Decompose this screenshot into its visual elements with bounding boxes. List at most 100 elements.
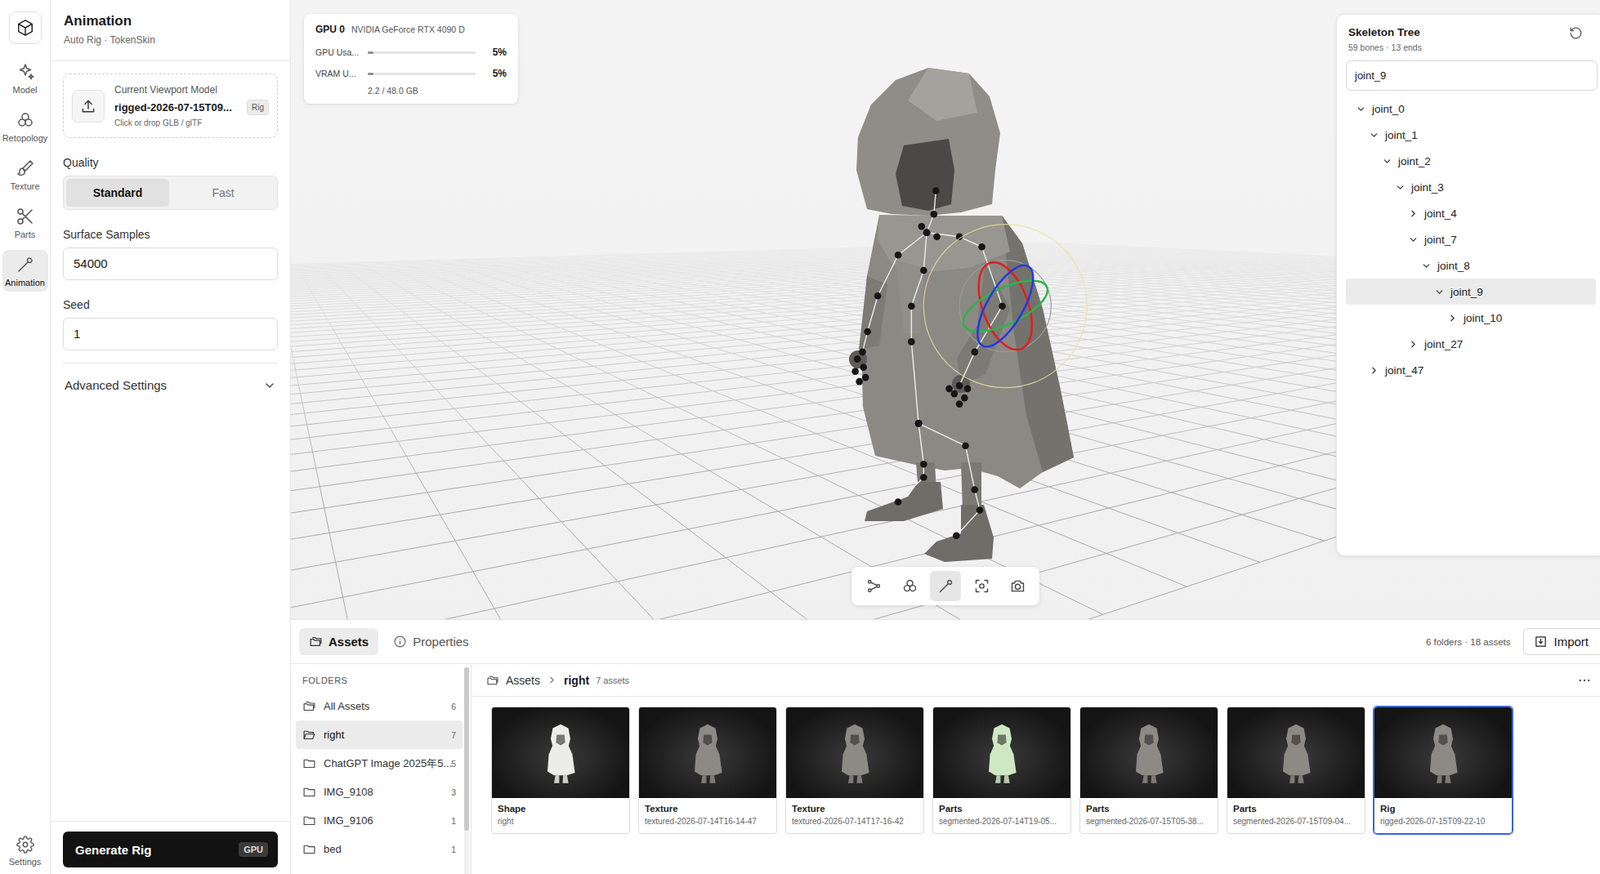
gpu-badge: GPU: [238, 842, 269, 858]
chevron-icon[interactable]: [1368, 129, 1380, 141]
asset-card[interactable]: Rig rigged-2026-07-15T09-22-10: [1373, 706, 1513, 835]
folder-item[interactable]: IMG_9106 1: [295, 806, 463, 836]
panel-header: Animation Auto Rig · TokenSkin: [50, 0, 291, 62]
chevron-icon[interactable]: [1447, 312, 1458, 324]
joint-row[interactable]: joint_7: [1345, 226, 1596, 253]
panel-tab[interactable]: Properties: [383, 628, 479, 656]
chevron-icon[interactable]: [1355, 103, 1367, 115]
folder-item[interactable]: All Assets 6: [295, 692, 463, 721]
joint-row[interactable]: joint_8: [1345, 252, 1596, 279]
character-model[interactable]: [846, 63, 1109, 571]
viewport-tool-button[interactable]: [893, 571, 926, 602]
folder-item[interactable]: ChatGPT Image 2025年5... 5: [295, 749, 463, 778]
refresh-icon[interactable]: [1568, 26, 1583, 41]
asset-card[interactable]: Texture textured-2026-07-14T17-16-42: [785, 706, 925, 835]
breadcrumb-root[interactable]: Assets: [505, 674, 541, 688]
panel-tab[interactable]: Assets: [299, 628, 379, 656]
joint-search-input[interactable]: joint_9: [1345, 60, 1598, 91]
asset-thumbnail: [491, 707, 630, 799]
chevron-icon: [263, 379, 277, 393]
chevron-icon[interactable]: [1407, 208, 1419, 219]
asset-card[interactable]: Shape right: [491, 706, 631, 835]
figure-thumbnail: [540, 720, 581, 787]
tool-icon: [1009, 577, 1027, 595]
quality-label: Quality: [62, 156, 278, 170]
asset-count: 7 assets: [595, 675, 630, 686]
chevron-icon[interactable]: [1434, 286, 1445, 298]
model-badge: Rig: [246, 99, 269, 116]
asset-card[interactable]: Parts segmented-2026-07-15T05-38...: [1079, 706, 1219, 835]
generate-rig-button[interactable]: Generate Rig GPU: [62, 831, 278, 868]
quality-toggle: StandardFast: [62, 175, 278, 211]
quality-option[interactable]: Standard: [66, 178, 170, 207]
assets-icon: [486, 674, 500, 688]
rail-item[interactable]: Texture: [2, 153, 49, 196]
asset-thumbnail: [1227, 707, 1365, 799]
folder-item[interactable]: bed 1: [295, 835, 463, 864]
gear-icon: [16, 835, 35, 854]
gpu-meter: VRAM U... 5%: [315, 62, 507, 85]
joint-row[interactable]: joint_27: [1345, 330, 1596, 358]
folders-icon: [302, 699, 317, 714]
chevron-icon[interactable]: [1368, 365, 1380, 376]
advanced-settings-toggle[interactable]: Advanced Settings: [62, 362, 278, 407]
gpu-monitor: GPU 0 NVIDIA GeForce RTX 4090 D GPU Usa.…: [303, 13, 519, 104]
cube-icon: [16, 18, 35, 37]
joint-row[interactable]: joint_47: [1345, 357, 1596, 384]
joint-row[interactable]: joint_9: [1345, 278, 1596, 305]
joint-row[interactable]: joint_10: [1345, 304, 1596, 331]
joint-row[interactable]: joint_1: [1345, 121, 1596, 148]
folder-list: FOLDERS All Assets 6 right 7 ChatGPT Ima…: [290, 664, 472, 874]
asset-card[interactable]: Texture textured-2026-07-14T16-14-47: [638, 706, 778, 835]
viewport-tool-button[interactable]: [1001, 571, 1033, 602]
settings-button[interactable]: Settings: [2, 831, 49, 872]
tool-icon: [973, 577, 991, 595]
viewport[interactable]: GPU 0 NVIDIA GeForce RTX 4090 D GPU Usa.…: [290, 0, 1600, 620]
rail-item[interactable]: Retopology: [2, 105, 49, 148]
skeleton-overlay: [851, 187, 1006, 540]
rotate-gizmo[interactable]: [923, 224, 1087, 389]
chevron-icon[interactable]: [1407, 339, 1419, 350]
app-logo[interactable]: [8, 11, 42, 45]
info-icon: [393, 634, 407, 649]
quality-option[interactable]: Fast: [171, 178, 275, 207]
viewport-tool-button[interactable]: [858, 571, 890, 602]
viewport-tool-button[interactable]: [929, 571, 961, 602]
folder-item[interactable]: IMG_9108 3: [295, 777, 463, 807]
joint-row[interactable]: joint_0: [1345, 95, 1596, 122]
asset-card[interactable]: Parts segmented-2026-07-15T09-04...: [1226, 706, 1366, 835]
scrollbar[interactable]: [464, 667, 470, 874]
asset-card[interactable]: Parts segmented-2026-07-14T19-05...: [932, 706, 1072, 835]
upload-button[interactable]: [71, 89, 105, 123]
app-window: Model Retopology Texture Parts Animation…: [0, 0, 1600, 874]
folder-icon: [302, 842, 317, 857]
number-input[interactable]: 54000: [62, 247, 278, 281]
upload-hint: Click or drop GLB / glTF: [114, 118, 269, 128]
import-button[interactable]: Import: [1523, 628, 1600, 656]
joint-row[interactable]: joint_2: [1345, 147, 1596, 175]
folder-open-icon: [302, 728, 317, 742]
joint-row[interactable]: joint_3: [1345, 174, 1596, 201]
skeleton-summary: 59 bones · 13 ends: [1348, 42, 1422, 53]
chevron-icon[interactable]: [1381, 156, 1393, 167]
number-input[interactable]: 1: [62, 317, 278, 351]
viewport-toolbar: [851, 567, 1040, 606]
chevron-icon[interactable]: [1421, 260, 1432, 272]
more-icon[interactable]: [1577, 673, 1592, 689]
model-file-name: rigged-2026-07-15T09...: [114, 101, 233, 114]
figure-thumbnail: [982, 720, 1022, 787]
asset-summary: 6 folders · 18 assets: [1425, 637, 1511, 648]
asset-thumbnail: [786, 707, 924, 799]
chevron-icon[interactable]: [1394, 182, 1406, 193]
gpu-title: GPU 0: [315, 23, 345, 36]
mode-icon: [15, 110, 36, 130]
upload-card[interactable]: Current Viewport Model rigged-2026-07-15…: [62, 73, 278, 139]
tool-icon: [865, 577, 883, 595]
rail-item[interactable]: Model: [2, 57, 49, 99]
chevron-icon[interactable]: [1407, 234, 1419, 246]
viewport-tool-button[interactable]: [965, 571, 997, 602]
rail-item[interactable]: Animation: [2, 250, 49, 292]
rail-item[interactable]: Parts: [2, 201, 49, 244]
joint-row[interactable]: joint_4: [1345, 200, 1596, 227]
folder-item[interactable]: right 7: [295, 720, 463, 750]
